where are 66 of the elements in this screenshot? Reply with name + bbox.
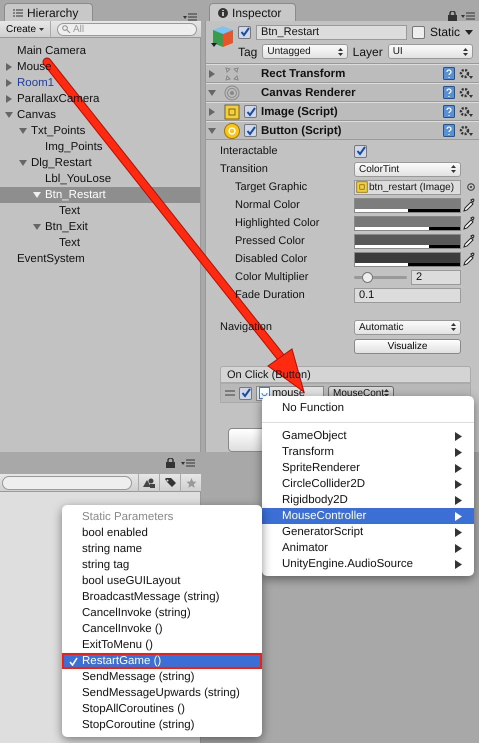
menu-item[interactable]: bool enabled — [62, 525, 262, 541]
visualize-button[interactable]: Visualize — [354, 338, 461, 354]
value-field[interactable]: 0.1 — [354, 288, 461, 302]
menu-header: Static Parameters — [81, 510, 174, 525]
tag-label: Tag — [238, 44, 258, 58]
hierarchy-item[interactable]: Btn_Exit — [0, 219, 200, 235]
menu-item[interactable]: UnityEngine.AudioSource — [262, 556, 474, 572]
create-button[interactable]: Create — [4, 21, 52, 37]
component-header[interactable]: Button (Script) — [206, 121, 479, 140]
property-label: Transition — [220, 163, 269, 175]
menu-item[interactable]: ExitToMenu () — [62, 637, 262, 653]
menu-item[interactable]: Animator — [262, 540, 474, 556]
menu-item[interactable]: SendMessageUpwards (string) — [62, 685, 262, 701]
component-header[interactable]: Rect Transform — [206, 64, 479, 83]
property-label: Target Graphic — [235, 181, 308, 193]
menu-item[interactable]: CircleCollider2D — [262, 476, 474, 492]
inspector-tab[interactable]: Inspector — [209, 3, 296, 21]
menu-item[interactable]: No Function — [262, 400, 474, 416]
property-label: Color Multiplier — [235, 271, 310, 283]
tag-dropdown[interactable]: Untagged — [262, 44, 348, 59]
static-label: Static — [430, 25, 460, 39]
menu-item[interactable]: StopAllCoroutines () — [62, 701, 262, 717]
menu-item[interactable]: MouseController — [262, 508, 474, 524]
menu-item[interactable]: GeneratorScript — [262, 524, 474, 540]
menu-item[interactable]: bool useGUILayout — [62, 573, 262, 589]
hierarchy-item[interactable]: Lbl_YouLose — [0, 171, 200, 187]
menu-item[interactable]: StopCoroutine (string) — [62, 717, 262, 733]
menu-item[interactable]: SpriteRenderer — [262, 460, 474, 476]
menu-item[interactable]: GameObject — [262, 428, 474, 444]
hierarchy-tab[interactable]: Hierarchy — [4, 3, 94, 21]
object-field[interactable]: btn_restart (Image) — [354, 180, 461, 194]
value-field[interactable]: 2 — [411, 270, 461, 284]
component-title: Image (Script) — [261, 106, 339, 118]
hierarchy-item[interactable]: Dlg_Restart — [0, 155, 200, 171]
menu-item[interactable]: SendMessage (string) — [62, 669, 262, 685]
transition-dropdown[interactable]: ColorTint — [354, 162, 461, 176]
component-title: Rect Transform — [261, 68, 346, 80]
component-header[interactable]: Canvas Renderer — [206, 83, 479, 102]
hierarchy-item[interactable]: Canvas — [0, 107, 200, 123]
hierarchy-item[interactable]: Text — [0, 235, 200, 251]
hierarchy-item[interactable]: Text — [0, 203, 200, 219]
property-label: Highlighted Color — [235, 217, 320, 229]
component-title: Canvas Renderer — [261, 86, 357, 98]
menu-item[interactable]: string tag — [62, 557, 262, 573]
property-label: Normal Color — [235, 199, 301, 211]
property-label: Disabled Color — [235, 253, 308, 265]
hierarchy-item[interactable]: Room1 — [0, 75, 200, 91]
layer-dropdown[interactable]: UI — [388, 44, 474, 59]
layer-label: Layer — [352, 44, 383, 58]
menu-item[interactable]: Rigidbody2D — [262, 492, 474, 508]
component-header[interactable]: Image (Script) — [206, 102, 479, 121]
component-title: Button (Script) — [261, 124, 342, 136]
name-field[interactable]: Btn_Restart — [256, 24, 407, 40]
menu-item[interactable]: Transform — [262, 444, 474, 460]
hierarchy-item[interactable]: Txt_Points — [0, 123, 200, 139]
hierarchy-item[interactable]: EventSystem — [0, 251, 200, 267]
property-label: Interactable — [220, 145, 278, 157]
menu-item[interactable]: CancelInvoke () — [62, 621, 262, 637]
menu-item[interactable]: string name — [62, 541, 262, 557]
navigation-dropdown[interactable]: Automatic — [354, 320, 461, 334]
menu-item[interactable]: BroadcastMessage (string) — [62, 589, 262, 605]
hierarchy-item[interactable]: Img_Points — [0, 139, 200, 155]
menu-item[interactable]: RestartGame () — [62, 653, 262, 669]
property-label: Pressed Color — [235, 235, 306, 247]
menu-item[interactable]: CancelInvoke (string) — [62, 605, 262, 621]
hierarchy-item[interactable]: Main Camera — [0, 43, 200, 59]
